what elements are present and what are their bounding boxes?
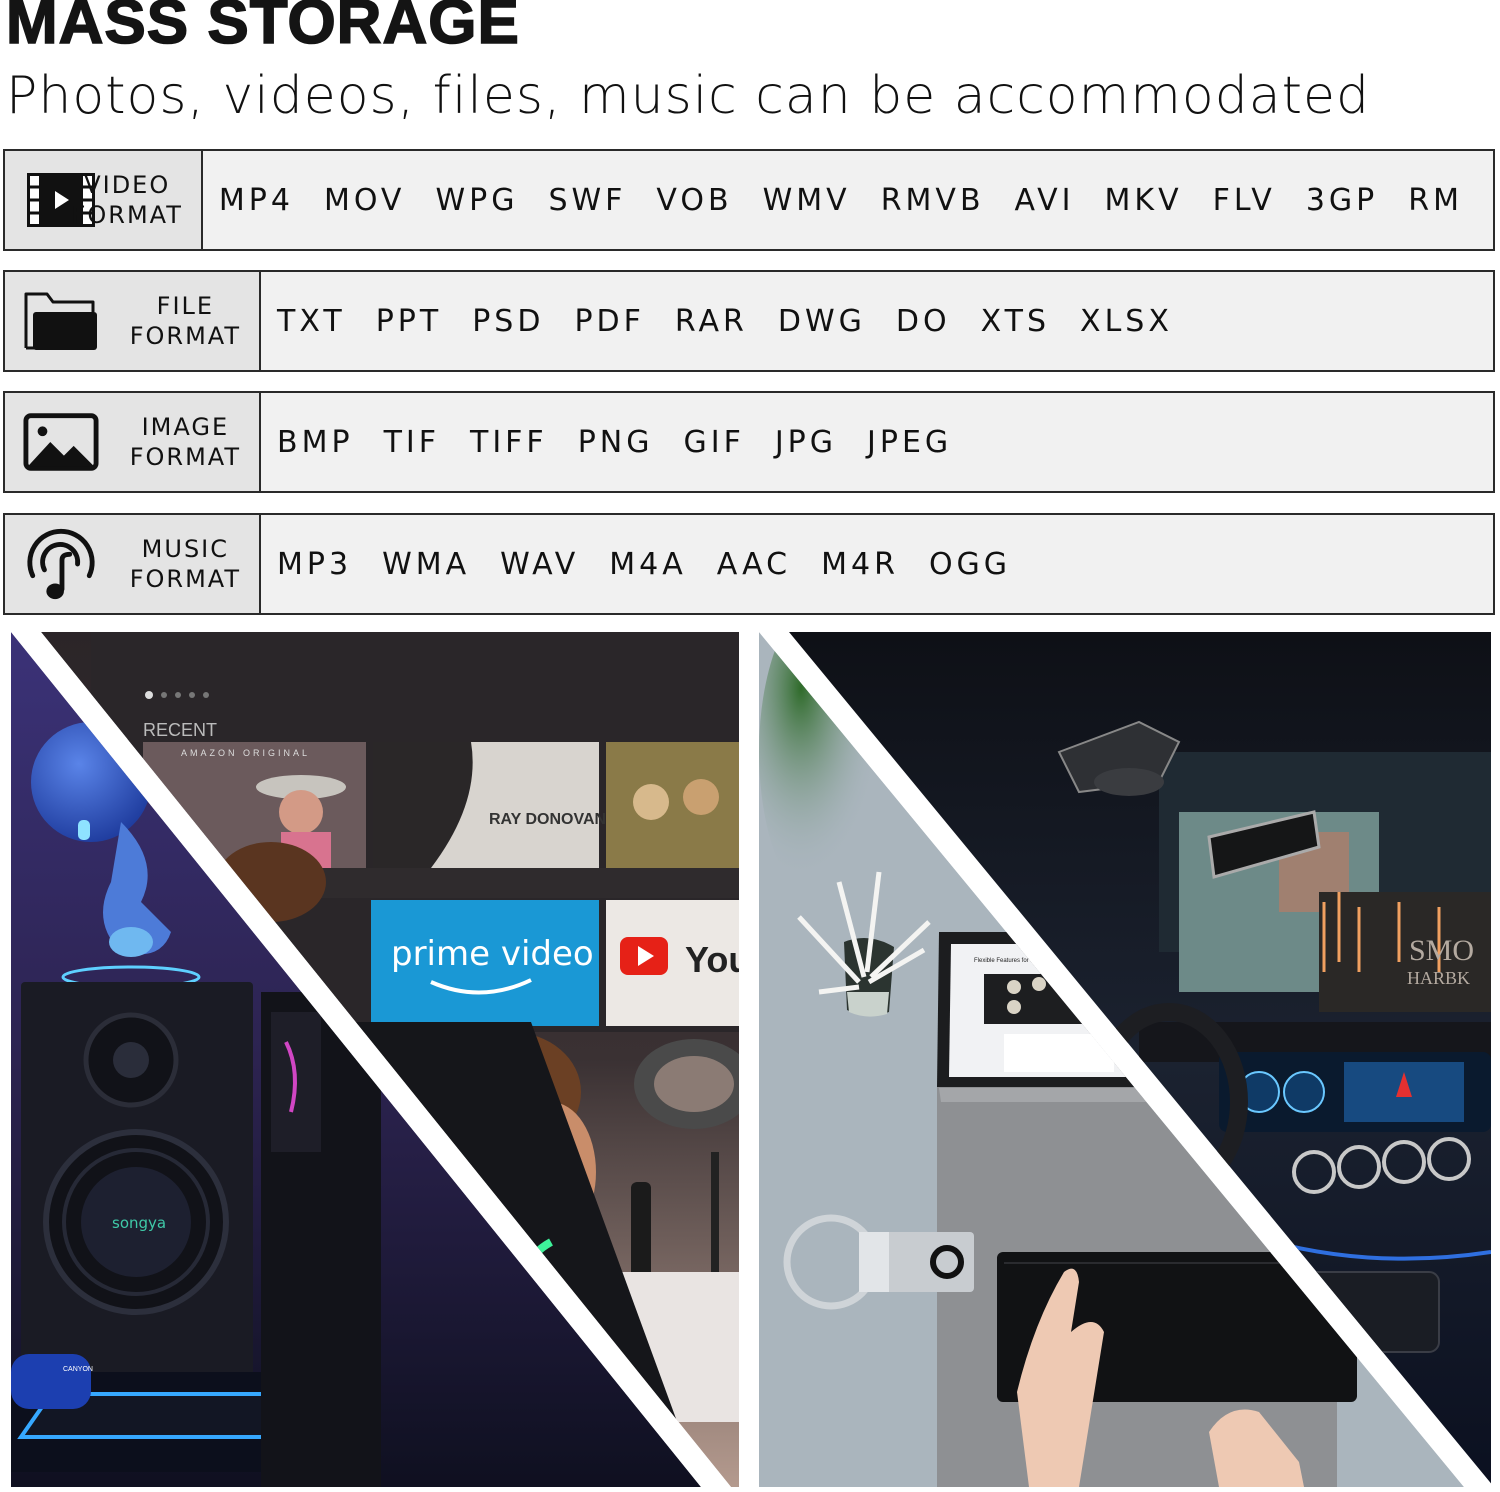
folder-icon xyxy=(23,290,99,352)
category-line-1: FILE xyxy=(156,292,215,320)
tv-section-recent: RECENT xyxy=(143,720,217,740)
category-line-1: MUSIC xyxy=(141,535,230,563)
format-tag: JPG xyxy=(774,424,838,460)
format-tag: M4R xyxy=(821,546,899,582)
format-list: TXT PPT PSD PDF RAR DWG DO XTS XLSX xyxy=(261,272,1493,370)
storefront-sign-1: SMO xyxy=(1409,934,1474,967)
category-line-2: FORMAT xyxy=(71,201,183,229)
page-subtitle: Photos, videos, files, music can be acco… xyxy=(6,66,1370,126)
format-tag: BMP xyxy=(277,424,354,460)
category-cell: MUSIC FORMAT xyxy=(5,515,261,613)
category-cell: VIDEO FORMAT xyxy=(5,151,203,249)
format-list: MP3 WMA WAV M4A AAC M4R OGG xyxy=(261,515,1493,613)
music-note-icon xyxy=(23,528,99,600)
format-tag: MP4 xyxy=(218,182,294,218)
format-tag: WAV xyxy=(500,546,580,582)
category-line-2: FORMAT xyxy=(129,322,241,350)
format-tag: AAC xyxy=(716,546,792,582)
storefront-sign-2: HARBK xyxy=(1407,968,1470,988)
format-tag: MKV xyxy=(1104,182,1183,218)
tile-ray-donovan: RAY DONOVAN xyxy=(489,811,606,828)
format-tag: VOB xyxy=(656,182,733,218)
speaker-brand: songya xyxy=(112,1214,166,1232)
format-list: BMP TIF TIFF PNG GIF JPG JPEG xyxy=(261,393,1493,491)
image-icon xyxy=(23,411,99,473)
format-tag: DWG xyxy=(777,303,866,339)
format-tag: PPT xyxy=(375,303,443,339)
format-tag: PNG xyxy=(577,424,654,460)
format-list: MP4 MOV WPG SWF VOB WMV RMVB AVI MKV FLV 3GP RM xyxy=(203,151,1493,249)
category-cell: FILE FORMAT xyxy=(5,272,261,370)
format-row-image: IMAGE FORMAT BMP TIF TIFF PNG GIF JPG JPEG xyxy=(3,391,1495,493)
category-label: IMAGE FORMAT xyxy=(130,412,241,472)
format-tag: XLSX xyxy=(1080,303,1173,339)
category-line-1: VIDEO xyxy=(84,171,171,199)
format-tag: GIF xyxy=(683,424,745,460)
format-tag: MP3 xyxy=(277,546,353,582)
entertainment-photo: RECENT AMAZON ORIGINAL RAY DONOVAN prime… xyxy=(11,632,739,1487)
format-tag: RM xyxy=(1408,182,1463,218)
format-tag: MOV xyxy=(323,182,406,218)
format-tag: TXT xyxy=(277,303,346,339)
tile-amazon-original: AMAZON ORIGINAL xyxy=(181,748,310,758)
format-tag: OGG xyxy=(928,546,1012,582)
format-tag: AVI xyxy=(1014,182,1075,218)
category-label: FILE FORMAT xyxy=(130,291,241,351)
tile-youtube: You xyxy=(685,939,739,980)
format-tag: XTS xyxy=(980,303,1051,339)
format-tag: M4A xyxy=(609,546,687,582)
mouse-brand: CANYON xyxy=(63,1366,93,1373)
category-label: VIDEO FORMAT xyxy=(72,170,183,230)
format-tag: DO xyxy=(895,303,951,339)
format-tag: 3GP xyxy=(1305,182,1379,218)
category-cell: IMAGE FORMAT xyxy=(5,393,261,491)
format-tag: JPEG xyxy=(867,424,953,460)
format-tag: WPG xyxy=(435,182,519,218)
tile-prime-video: prime video xyxy=(391,934,594,974)
category-label: MUSIC FORMAT xyxy=(130,534,241,594)
format-tag: SWF xyxy=(548,182,627,218)
format-tag: RAR xyxy=(674,303,748,339)
category-line-2: FORMAT xyxy=(129,443,241,471)
format-tag: RMVB xyxy=(880,182,985,218)
format-row-music: MUSIC FORMAT MP3 WMA WAV M4A AAC M4R OGG xyxy=(3,513,1495,615)
format-tag: FLV xyxy=(1212,182,1276,218)
category-line-2: FORMAT xyxy=(129,565,241,593)
format-tag: WMA xyxy=(382,546,471,582)
format-tag: PSD xyxy=(472,303,545,339)
format-tag: TIFF xyxy=(470,424,548,460)
format-row-file: FILE FORMAT TXT PPT PSD PDF RAR DWG DO XTS XLSX xyxy=(3,270,1495,372)
format-row-video: VIDEO FORMAT MP4 MOV WPG SWF VOB WMV RMVB AVI MK… xyxy=(3,149,1495,251)
category-line-1: IMAGE xyxy=(141,413,230,441)
format-tag: WMV xyxy=(762,182,851,218)
page-title: MASS STORAGE xyxy=(5,0,520,57)
laptop-car-photo: SMO HARBK Flexible Features for Every Id… xyxy=(759,632,1491,1487)
format-tag: TIF xyxy=(383,424,440,460)
format-tag: PDF xyxy=(574,303,645,339)
